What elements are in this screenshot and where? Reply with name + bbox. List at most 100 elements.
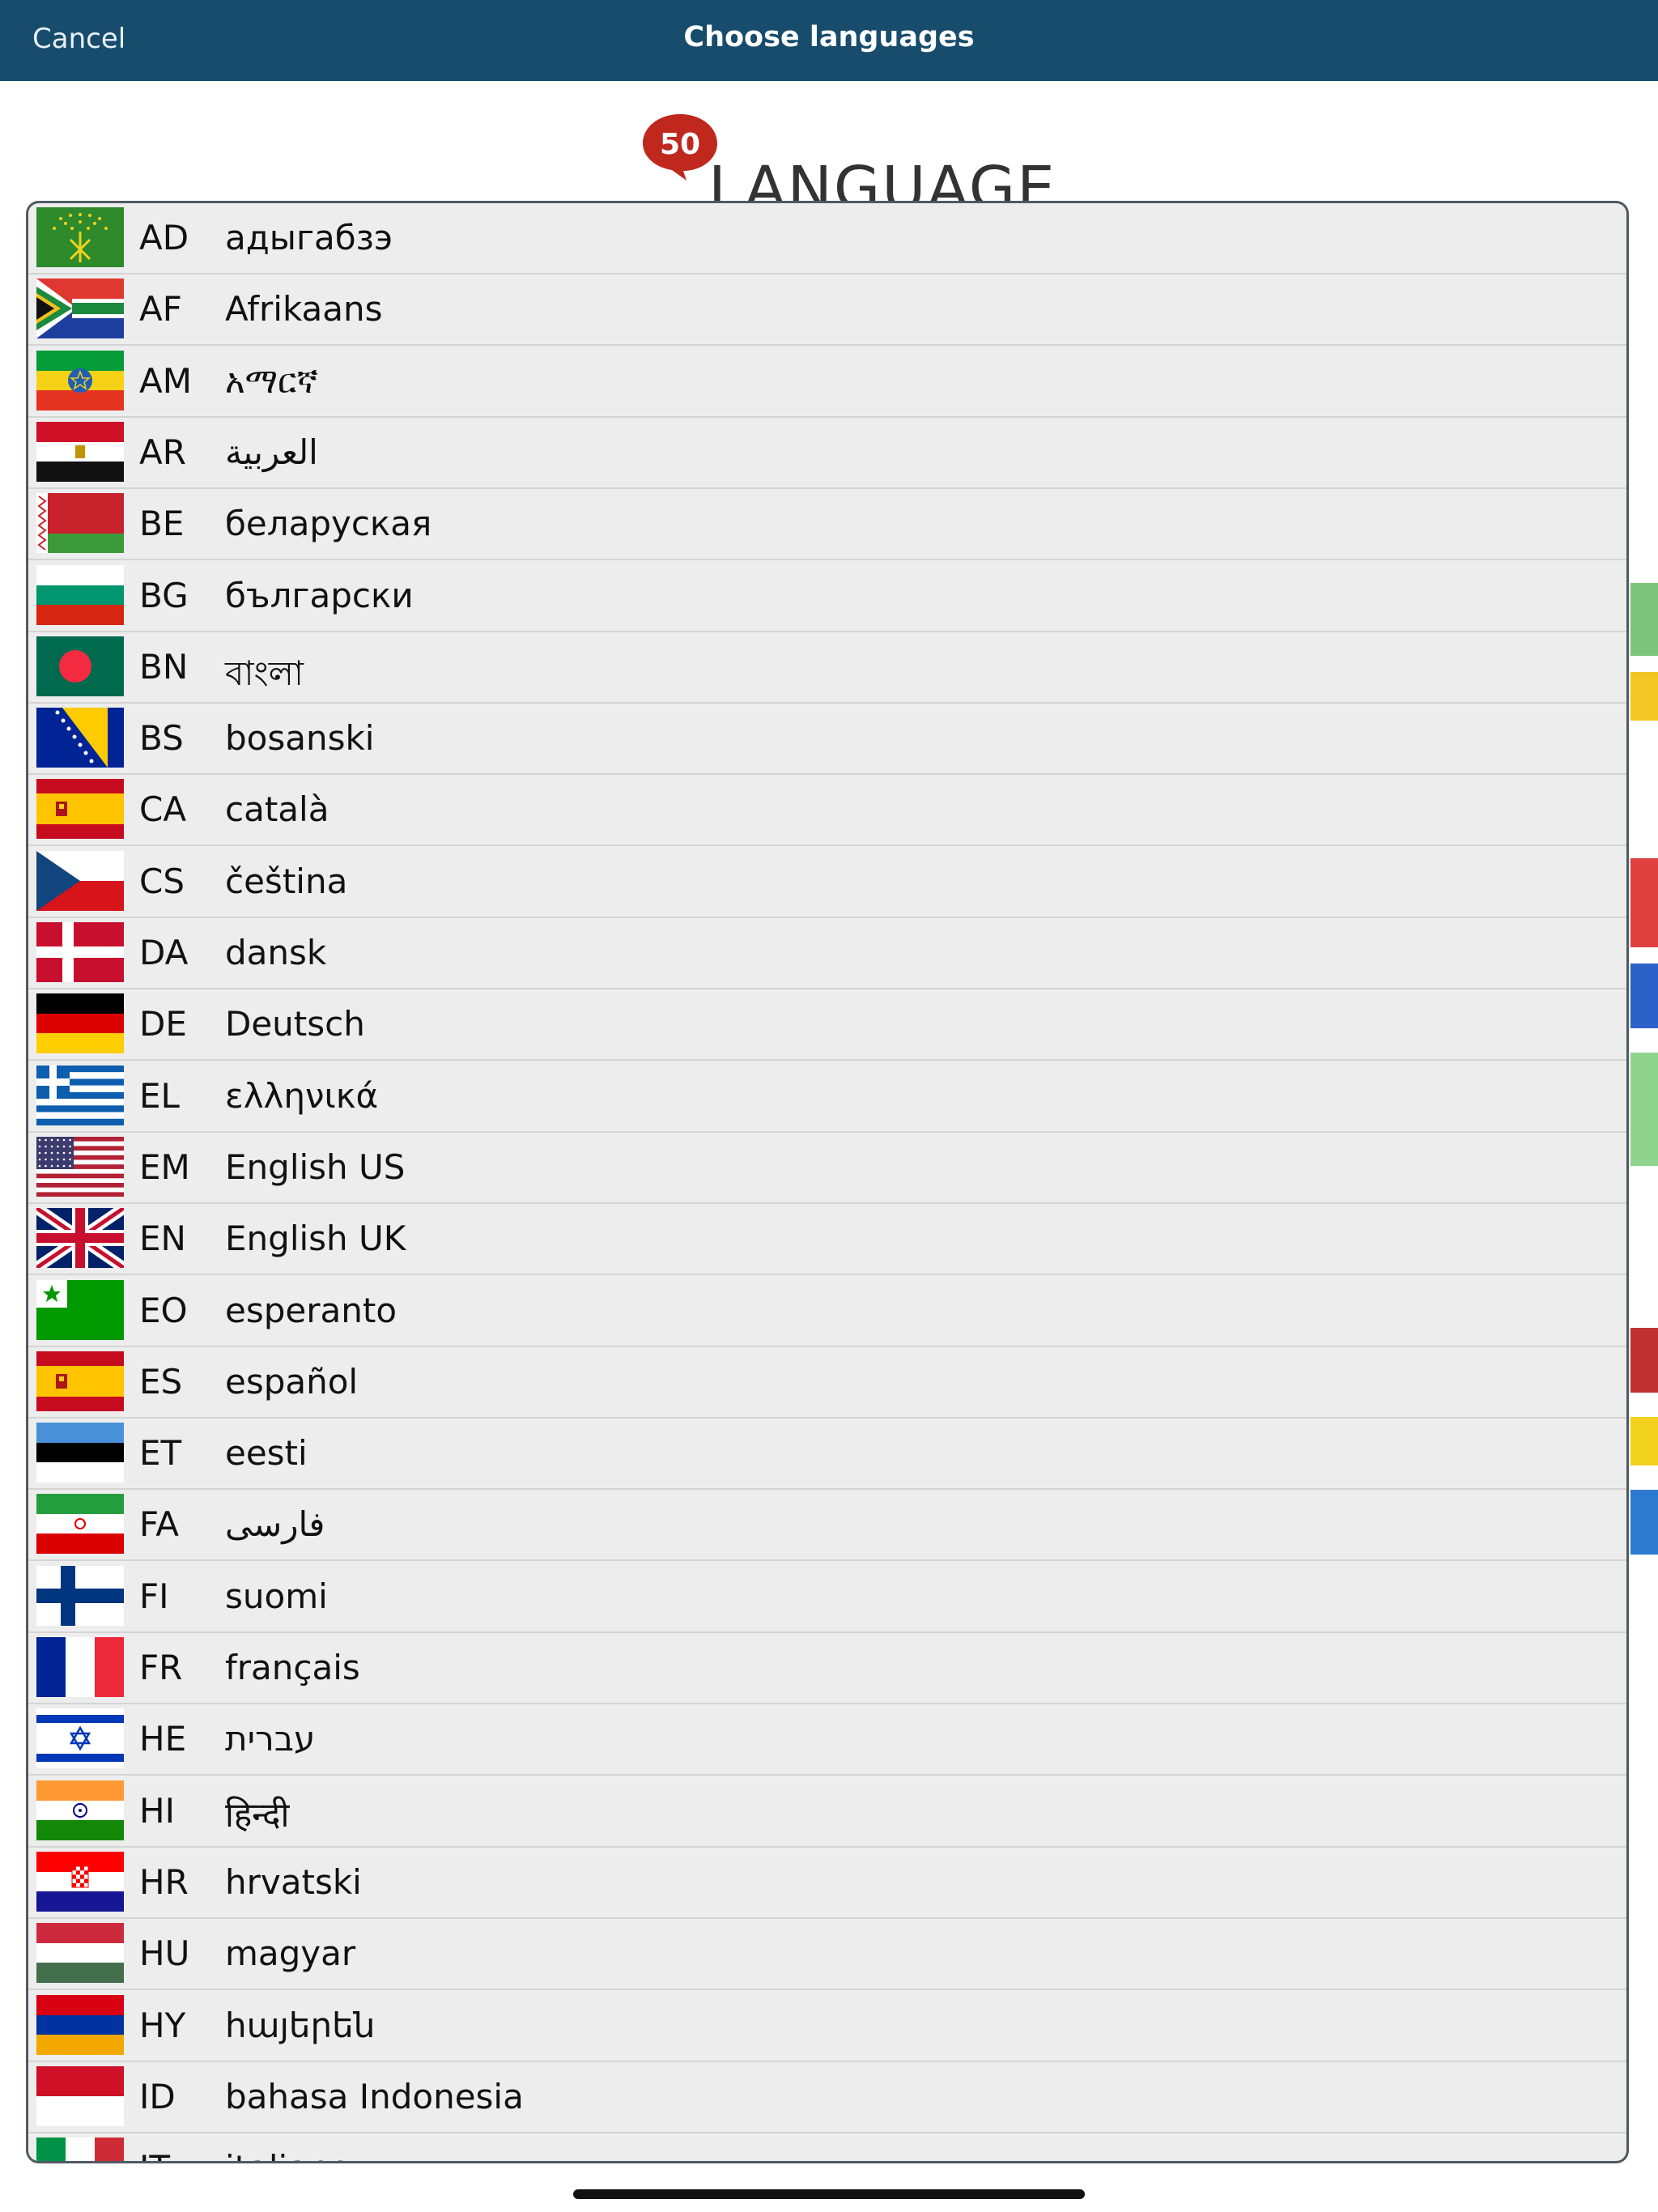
language-code: HE [139,1719,187,1759]
language-name: English US [225,1146,406,1187]
language-name: español [225,1361,359,1402]
bulgaria-flag-icon [36,564,124,625]
language-row[interactable]: EL ελληνικά [28,1061,1626,1133]
language-code: CS [139,861,185,901]
indonesia-flag-icon [36,2065,124,2126]
language-row[interactable]: AM አማርኛ [28,347,1626,418]
language-code: DA [139,933,189,972]
language-list[interactable]: AD адыгабзэ AF Afrikaans AM አማርኛ AR العربية BE бе… [26,201,1629,2163]
language-name: eesti [225,1433,308,1474]
germany-flag-icon [36,993,124,1054]
language-row[interactable]: CA català [28,775,1626,847]
czech-flag-icon [36,850,124,911]
language-code: AR [139,432,186,472]
croatia-flag-icon [36,1851,124,1912]
denmark-flag-icon [36,922,124,982]
language-name: беларуская [225,504,432,544]
language-row[interactable]: DE Deutsch [28,989,1626,1061]
language-row[interactable]: ET eesti [28,1419,1626,1491]
usa-flag-icon [36,1136,124,1197]
language-row[interactable]: HU magyar [28,1919,1626,1991]
language-code: FR [139,1648,183,1687]
spain-flag-icon [36,779,124,840]
language-row[interactable]: IT italiano [28,2133,1626,2161]
language-row[interactable]: HY հայերեն [28,1991,1626,2062]
language-code: BG [139,575,189,615]
language-name: հայերեն [225,2005,376,2045]
language-row[interactable]: FI suomi [28,1562,1626,1633]
language-row[interactable]: BN বাংলা [28,632,1626,704]
language-row[interactable]: EM English US [28,1133,1626,1204]
egypt-flag-icon [36,421,124,482]
language-row[interactable]: BE беларуская [28,489,1626,561]
language-row[interactable]: CS čeština [28,847,1626,918]
language-code: AD [139,218,189,257]
uk-flag-icon [36,1208,124,1269]
language-code: AM [139,360,192,401]
language-code: BE [139,504,185,544]
language-row[interactable]: DA dansk [28,918,1626,989]
language-row[interactable]: FA فارسی [28,1490,1626,1562]
language-code: HY [139,2005,186,2045]
language-code: CA [139,789,187,830]
esperanto-flag-icon [36,1279,124,1340]
language-name: hrvatski [225,1861,362,1902]
brand-text: LANGUAGES [708,154,1056,207]
language-code: AF [139,289,182,330]
adyghe-flag-icon [36,207,124,267]
language-name: Afrikaans [225,289,383,330]
language-name: हिन्दी [225,1794,290,1835]
bosnia-flag-icon [36,708,124,768]
language-name: አማርኛ [225,360,318,401]
language-name: suomi [225,1576,328,1616]
language-code: HU [139,1933,190,1974]
language-name: ελληνικά [225,1075,379,1116]
home-indicator[interactable] [573,2189,1085,2199]
language-row[interactable]: BS bosanski [28,704,1626,776]
language-name: български [225,575,414,615]
language-code: ID [139,2076,176,2116]
language-row[interactable]: BG български [28,561,1626,632]
language-name: magyar [225,1933,356,1974]
language-row[interactable]: HE עברית [28,1704,1626,1776]
language-name: čeština [225,861,348,901]
language-code: ET [139,1433,182,1474]
language-row[interactable]: EO esperanto [28,1276,1626,1347]
ethiopia-flag-icon [36,350,124,410]
language-code: EL [139,1075,180,1116]
language-code: FI [139,1576,169,1616]
language-row[interactable]: ES español [28,1347,1626,1419]
finland-flag-icon [36,1565,124,1626]
language-name: français [225,1648,360,1687]
language-name: esperanto [225,1290,397,1330]
bangladesh-flag-icon [36,636,124,696]
language-code: FA [139,1504,180,1545]
language-name: italiano [225,2148,351,2161]
language-row[interactable]: ID bahasa Indonesia [28,2062,1626,2133]
language-row[interactable]: FR français [28,1633,1626,1704]
armenia-flag-icon [36,1994,124,2055]
language-code: HI [139,1790,175,1831]
page-title: Choose languages [683,21,975,53]
spain-flag-icon [36,1351,124,1411]
language-row[interactable]: HR hrvatski [28,1848,1626,1919]
language-name: العربية [225,432,318,472]
badge-number: 50 [660,128,700,161]
india-flag-icon [36,1780,124,1840]
brand-logo: 50 LANGUAGES [636,107,1056,207]
language-name: বাংলা [225,653,304,693]
language-row[interactable]: AF Afrikaans [28,274,1626,347]
language-code: DE [139,1004,187,1044]
language-row[interactable]: EN English UK [28,1204,1626,1276]
language-code: EO [139,1290,188,1330]
language-row[interactable]: AR العربية [28,418,1626,489]
language-code: ES [139,1361,183,1402]
south-africa-flag-icon [36,279,124,339]
language-row[interactable]: HI हिन्दी [28,1776,1626,1848]
language-row[interactable]: AD адыгабзэ [28,203,1626,274]
language-code: IT [139,2148,170,2161]
greece-flag-icon [36,1065,124,1125]
language-name: فارسی [225,1504,325,1545]
nav-bar: Cancel Choose languages [0,0,1658,81]
france-flag-icon [36,1637,124,1697]
